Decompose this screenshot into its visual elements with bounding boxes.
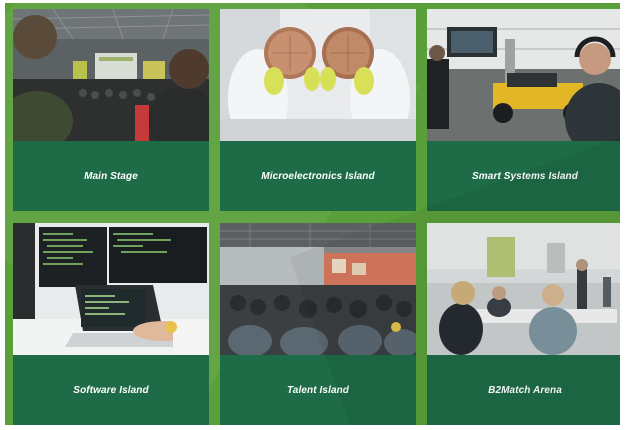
- b2match-photo: [427, 223, 620, 355]
- card-software-island[interactable]: Software Island: [13, 223, 209, 425]
- b2match-caption: B2Match Arena: [427, 355, 620, 425]
- page-frame: Main Stage Microelectronics Island Smart…: [0, 0, 625, 430]
- card-talent-island[interactable]: Talent Island: [220, 223, 416, 425]
- islands-grid: Main Stage Microelectronics Island Smart…: [5, 3, 620, 425]
- main-stage-photo: [13, 9, 209, 141]
- card-label: Smart Systems Island: [472, 170, 578, 182]
- card-main-stage[interactable]: Main Stage: [13, 9, 209, 211]
- card-label: Software Island: [73, 384, 149, 396]
- card-label: B2Match Arena: [488, 384, 562, 396]
- microelectronics-photo: [220, 9, 416, 141]
- card-label: Main Stage: [84, 170, 138, 182]
- card-label: Microelectronics Island: [261, 170, 375, 182]
- main-stage-caption: Main Stage: [13, 141, 209, 211]
- smart-systems-photo: [427, 9, 620, 141]
- card-label: Talent Island: [286, 384, 350, 396]
- software-caption: Software Island: [13, 355, 209, 425]
- microelectronics-caption: Microelectronics Island: [220, 141, 416, 211]
- smart-systems-caption: Smart Systems Island: [427, 141, 620, 211]
- card-microelectronics-island[interactable]: Microelectronics Island: [220, 9, 416, 211]
- talent-caption: Talent Island: [220, 355, 416, 425]
- card-b2match-arena[interactable]: B2Match Arena: [427, 223, 620, 425]
- card-smart-systems-island[interactable]: Smart Systems Island: [427, 9, 620, 211]
- talent-photo: [220, 223, 416, 355]
- software-photo: [13, 223, 209, 355]
